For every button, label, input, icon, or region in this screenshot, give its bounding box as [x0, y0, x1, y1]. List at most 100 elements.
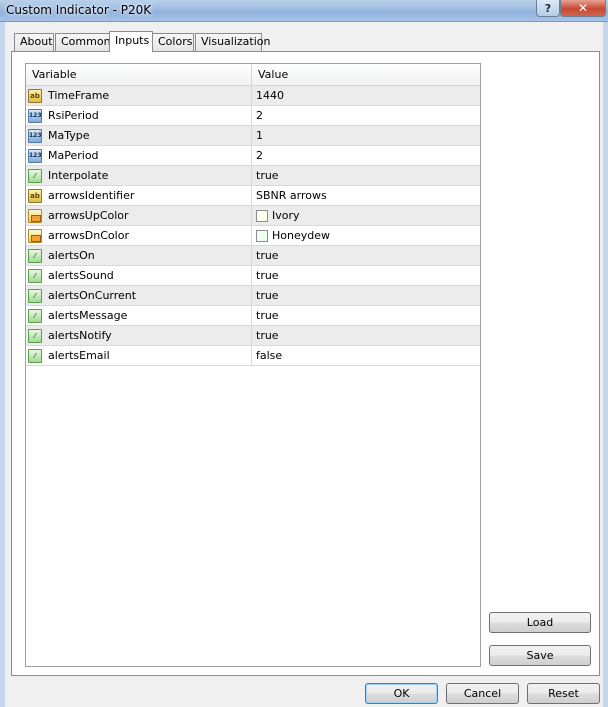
- variable-name: alertsOnCurrent: [48, 289, 137, 302]
- value-text: true: [256, 169, 279, 182]
- color-icon: [28, 228, 42, 243]
- ok-button[interactable]: OK: [365, 683, 438, 704]
- value-text: true: [256, 269, 279, 282]
- tab-colors[interactable]: Colors: [152, 33, 194, 51]
- reset-button[interactable]: Reset: [527, 683, 600, 704]
- load-button[interactable]: Load: [489, 612, 591, 633]
- table-header: Variable Value: [26, 64, 480, 86]
- table-row[interactable]: ⁄ alertsOnCurrent true: [26, 286, 480, 306]
- tab-about[interactable]: About: [14, 33, 54, 51]
- variable-name: alertsMessage: [48, 309, 128, 322]
- value-text: Honeydew: [272, 229, 330, 242]
- value-cell[interactable]: 2: [252, 146, 480, 165]
- table-row[interactable]: ab arrowsIdentifier SBNR arrows: [26, 186, 480, 206]
- value-text: 2: [256, 109, 263, 122]
- value-text: true: [256, 289, 279, 302]
- value-text: false: [256, 349, 283, 362]
- variable-cell: 123 MaPeriod: [26, 146, 252, 165]
- variable-cell: ab TimeFrame: [26, 86, 252, 105]
- variable-cell: 123 RsiPeriod: [26, 106, 252, 125]
- table-row[interactable]: ⁄ alertsEmail false: [26, 346, 480, 366]
- ab-string-icon: ab: [28, 188, 42, 203]
- value-text: true: [256, 309, 279, 322]
- color-swatch: [256, 229, 268, 242]
- variable-cell: ⁄ alertsSound: [26, 266, 252, 285]
- value-cell[interactable]: true: [252, 286, 480, 305]
- table-row[interactable]: ⁄ Interpolate true: [26, 166, 480, 186]
- value-cell[interactable]: SBNR arrows: [252, 186, 480, 205]
- 123-number-icon: 123: [28, 148, 42, 163]
- value-cell[interactable]: true: [252, 326, 480, 345]
- column-header-variable[interactable]: Variable: [26, 64, 252, 85]
- variable-name: TimeFrame: [48, 89, 110, 102]
- variable-cell: ⁄ alertsOn: [26, 246, 252, 265]
- value-text: 1440: [256, 89, 284, 102]
- color-icon: [28, 208, 42, 223]
- table-row[interactable]: ⁄ alertsSound true: [26, 266, 480, 286]
- bool-icon: ⁄: [28, 328, 42, 343]
- value-cell[interactable]: Honeydew: [252, 226, 480, 245]
- value-cell[interactable]: false: [252, 346, 480, 365]
- variable-name: alertsOn: [48, 249, 95, 262]
- value-cell[interactable]: 1: [252, 126, 480, 145]
- title-bar[interactable]: Custom Indicator - P20K ? ✕: [0, 0, 608, 22]
- close-icon: ✕: [577, 1, 589, 15]
- value-cell[interactable]: Ivory: [252, 206, 480, 225]
- variable-cell: arrowsUpColor: [26, 206, 252, 225]
- table-row[interactable]: arrowsDnColor Honeydew: [26, 226, 480, 246]
- table-row[interactable]: ⁄ alertsOn true: [26, 246, 480, 266]
- value-cell[interactable]: true: [252, 166, 480, 185]
- bool-icon: ⁄: [28, 168, 42, 183]
- bool-icon: ⁄: [28, 288, 42, 303]
- table-row[interactable]: ⁄ alertsMessage true: [26, 306, 480, 326]
- help-button[interactable]: ?: [536, 0, 560, 17]
- table-row[interactable]: arrowsUpColor Ivory: [26, 206, 480, 226]
- value-cell[interactable]: true: [252, 246, 480, 265]
- variable-name: alertsEmail: [48, 349, 110, 362]
- variable-name: arrowsDnColor: [48, 229, 129, 242]
- value-cell[interactable]: 2: [252, 106, 480, 125]
- value-cell[interactable]: 1440: [252, 86, 480, 105]
- variable-name: MaType: [48, 129, 90, 142]
- column-header-value[interactable]: Value: [252, 64, 480, 85]
- variable-cell: arrowsDnColor: [26, 226, 252, 245]
- 123-number-icon: 123: [28, 128, 42, 143]
- variable-cell: ab arrowsIdentifier: [26, 186, 252, 205]
- tab-visualization[interactable]: Visualization: [195, 33, 270, 51]
- 123-number-icon: 123: [28, 108, 42, 123]
- window-title: Custom Indicator - P20K: [6, 3, 152, 17]
- value-text: Ivory: [272, 209, 300, 222]
- variable-cell: ⁄ alertsMessage: [26, 306, 252, 325]
- variable-name: arrowsIdentifier: [48, 189, 135, 202]
- variable-name: MaPeriod: [48, 149, 99, 162]
- variable-cell: ⁄ alertsNotify: [26, 326, 252, 345]
- close-button[interactable]: ✕: [560, 0, 606, 17]
- variable-name: Interpolate: [48, 169, 109, 182]
- cancel-button[interactable]: Cancel: [446, 683, 519, 704]
- value-text: 2: [256, 149, 263, 162]
- table-row[interactable]: 123 MaType 1: [26, 126, 480, 146]
- bool-icon: ⁄: [28, 248, 42, 263]
- tab-inputs[interactable]: Inputs: [109, 31, 153, 52]
- table-row[interactable]: 123 RsiPeriod 2: [26, 106, 480, 126]
- value-text: true: [256, 249, 279, 262]
- table-row[interactable]: 123 MaPeriod 2: [26, 146, 480, 166]
- ab-string-icon: ab: [28, 88, 42, 103]
- variable-cell: ⁄ alertsEmail: [26, 346, 252, 365]
- variable-name: arrowsUpColor: [48, 209, 129, 222]
- tab-common[interactable]: Common: [55, 33, 111, 51]
- save-button[interactable]: Save: [489, 645, 591, 666]
- value-cell[interactable]: true: [252, 266, 480, 285]
- table-body: ab TimeFrame 1440 123 RsiPeriod 2 123 MaType 1 12…: [26, 86, 480, 366]
- variable-cell: ⁄ alertsOnCurrent: [26, 286, 252, 305]
- value-text: 1: [256, 129, 263, 142]
- value-cell[interactable]: true: [252, 306, 480, 325]
- value-text: SBNR arrows: [256, 189, 327, 202]
- bool-icon: ⁄: [28, 268, 42, 283]
- value-text: true: [256, 329, 279, 342]
- color-swatch: [256, 209, 268, 222]
- table-row[interactable]: ⁄ alertsNotify true: [26, 326, 480, 346]
- help-icon: ?: [544, 1, 552, 15]
- table-row[interactable]: ab TimeFrame 1440: [26, 86, 480, 106]
- variable-name: alertsSound: [48, 269, 114, 282]
